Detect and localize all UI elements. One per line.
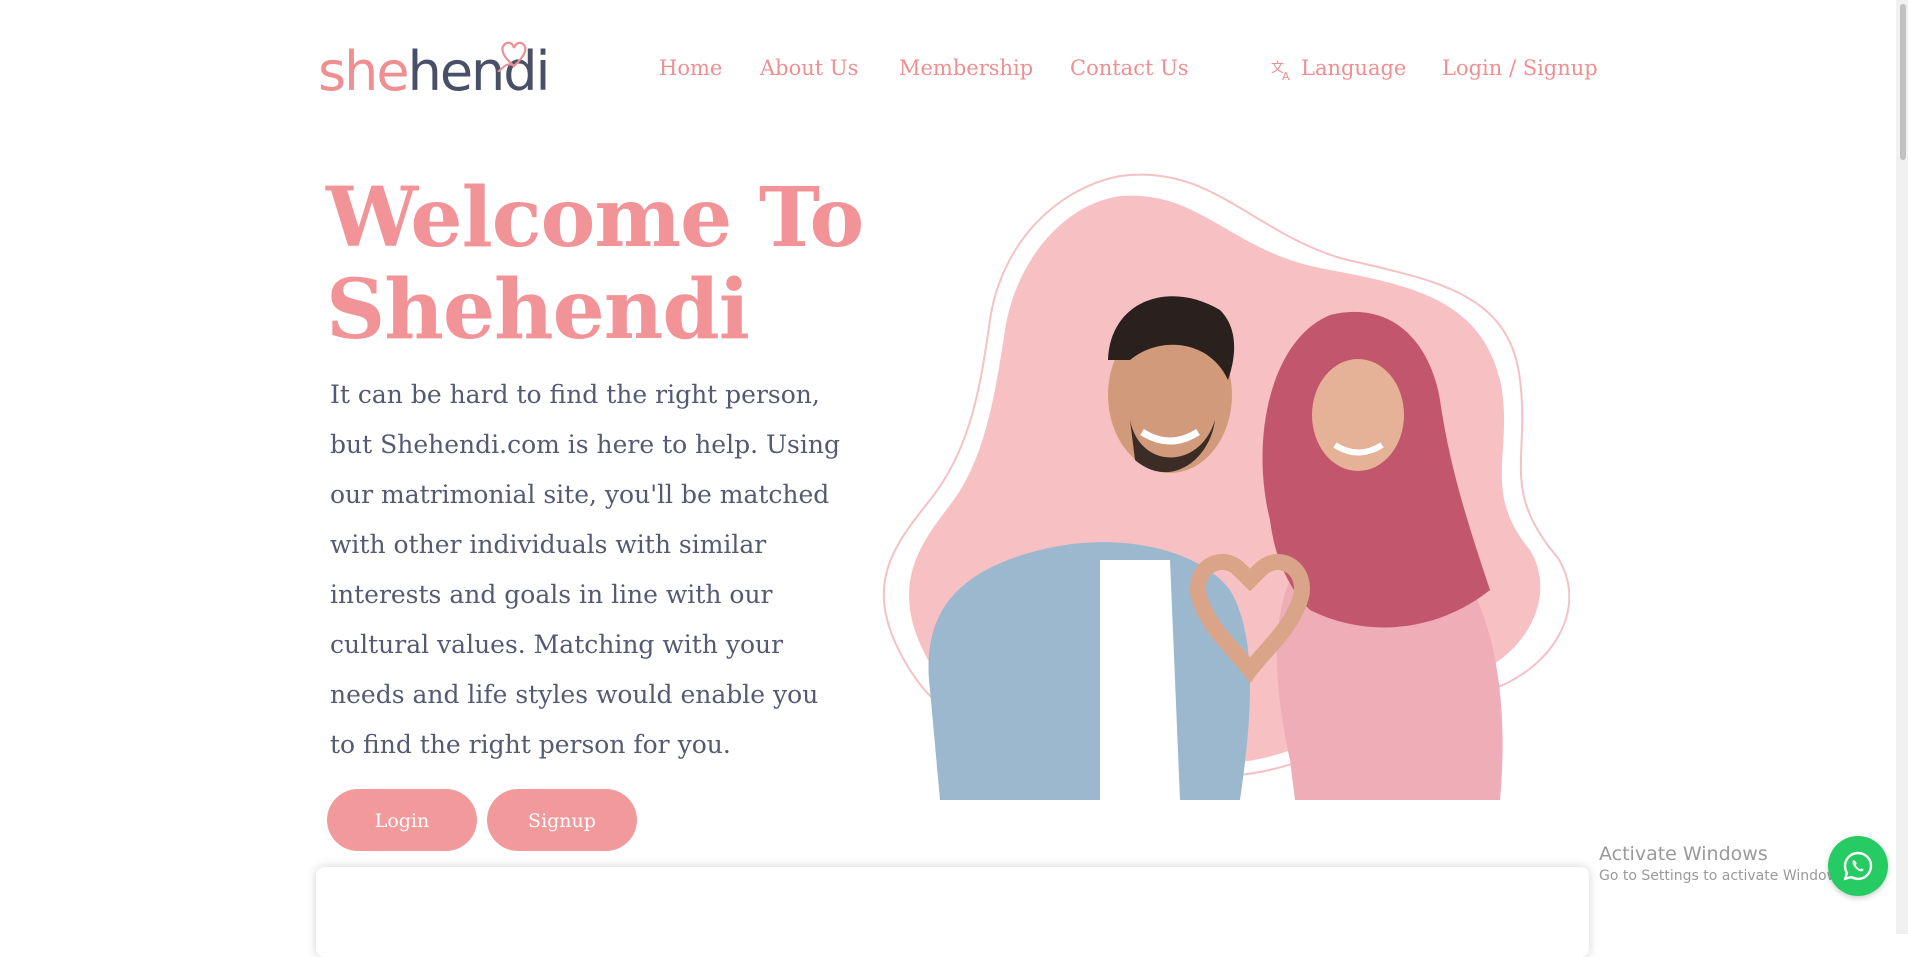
- scrollbar-thumb[interactable]: [1900, 4, 1906, 160]
- nav-about-us[interactable]: About Us: [760, 54, 858, 82]
- site-logo[interactable]: shehendi: [318, 36, 551, 104]
- hero-title: Welcome To Shehendi: [326, 170, 864, 358]
- nav-membership[interactable]: Membership: [899, 54, 1033, 82]
- signup-button[interactable]: Signup: [487, 789, 637, 851]
- hero-couple-image: [882, 173, 1570, 800]
- nav-language[interactable]: Language: [1301, 54, 1406, 82]
- whatsapp-icon: [1843, 851, 1873, 881]
- nav-home[interactable]: Home: [659, 54, 722, 82]
- heart-icon: [497, 41, 527, 72]
- activate-windows-watermark: Activate Windows Go to Settings to activ…: [1599, 842, 1850, 886]
- content-card: [316, 867, 1589, 957]
- hero-description: It can be hard to find the right person,…: [330, 380, 840, 759]
- hero-title-line1: Welcome To: [326, 170, 864, 266]
- whatsapp-chat-button[interactable]: [1828, 836, 1888, 896]
- page-scrollbar[interactable]: [1896, 0, 1908, 934]
- activate-windows-title: Activate Windows: [1599, 843, 1768, 865]
- activate-windows-subtitle: Go to Settings to activate Windows.: [1599, 868, 1850, 884]
- login-button[interactable]: Login: [327, 789, 477, 851]
- svg-text:A: A: [1282, 70, 1290, 81]
- nav-contact-us[interactable]: Contact Us: [1070, 54, 1189, 82]
- hero-title-line2: Shehendi: [326, 262, 750, 358]
- logo-prefix: she: [318, 40, 410, 103]
- nav-login-signup[interactable]: Login / Signup: [1442, 54, 1598, 82]
- translate-icon[interactable]: 文 A: [1270, 59, 1294, 81]
